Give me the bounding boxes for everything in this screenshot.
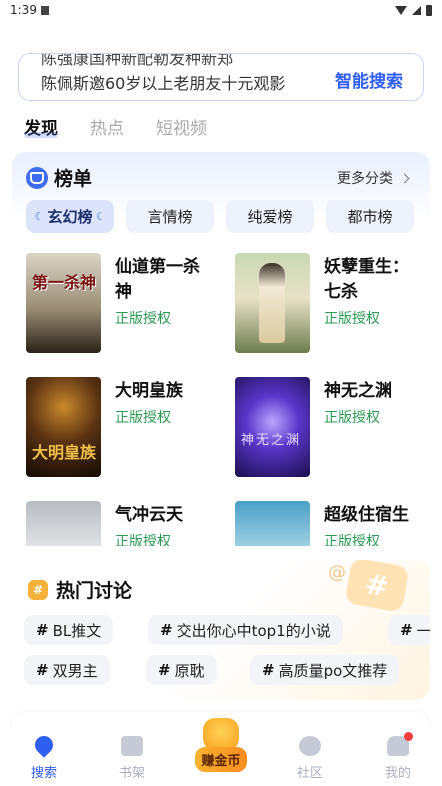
book-title: 气冲云天 <box>115 505 183 525</box>
discussion-title: 热门讨论 <box>56 580 133 602</box>
search-nav-icon <box>31 732 57 758</box>
category-fantasy[interactable]: 玄幻榜 <box>26 200 114 233</box>
notification-dot <box>404 732 413 741</box>
topic-label: 交出你心中top1的小说 <box>176 621 331 640</box>
topic-label: 原耽 <box>174 661 205 680</box>
book-item[interactable]: 气冲云天 正版授权 <box>26 501 226 546</box>
search-hint[interactable]: 陈佩斯邀60岁以上老朋友十元观影 <box>41 70 285 94</box>
book-cover <box>235 253 310 353</box>
chevron-right-icon <box>399 173 410 183</box>
hot-discussion-card: @ # # 热门讨论 # BL推文 # 交出你心中top1的小说 # 一 # 双男主 #… <box>12 560 430 700</box>
ranking-card: 榜单 更多分类 玄幻榜 言情榜 纯爱榜 都市榜 第一杀神 仙道第一杀神 正版授权… <box>12 152 430 546</box>
hashtag-icon: # <box>262 661 275 679</box>
hashtag-icon: # <box>36 661 49 679</box>
book-item[interactable]: 神无之渊 神无之渊 正版授权 <box>235 377 430 477</box>
status-time: 1:39 <box>10 3 37 17</box>
book-cover <box>26 501 101 546</box>
tab-discover[interactable]: 发现 <box>24 114 58 139</box>
hashtag-icon: # <box>36 621 49 639</box>
topic-chip[interactable]: # 高质量po文推荐 <box>250 655 400 685</box>
nav-earn-coins[interactable]: 赚金币 <box>191 718 251 778</box>
battery-icon <box>426 4 432 16</box>
book-cover: 神无之渊 <box>235 377 310 477</box>
ranking-header: 榜单 <box>26 164 92 191</box>
category-label: 玄幻榜 <box>47 208 93 226</box>
community-icon <box>299 736 321 756</box>
book-item[interactable]: 第一杀神 仙道第一杀神 正版授权 <box>26 253 226 353</box>
nav-label: 搜索 <box>30 766 57 781</box>
book-license-tag: 正版授权 <box>324 410 380 426</box>
discussion-header: # 热门讨论 <box>28 576 132 603</box>
book-cover: 第一杀神 <box>26 253 101 353</box>
hashtag-icon: # <box>28 579 48 600</box>
book-cover <box>235 501 310 546</box>
status-bar: 1:39 <box>0 0 442 20</box>
cover-figure <box>259 263 285 343</box>
more-categories-label: 更多分类 <box>337 171 393 187</box>
nav-search[interactable]: 搜索 <box>14 732 74 781</box>
book-title: 超级住宿生 <box>324 505 409 525</box>
bottom-navigation: 搜索 书架 赚金币 社区 我的 <box>0 718 442 786</box>
book-cover: 大明皇族 <box>26 377 101 477</box>
topic-chip[interactable]: # 一 <box>388 615 430 645</box>
nav-mine[interactable]: 我的 <box>368 732 428 781</box>
nav-community[interactable]: 社区 <box>280 736 340 781</box>
category-romance[interactable]: 言情榜 <box>126 200 214 233</box>
book-cover-text: 神无之渊 <box>241 433 302 448</box>
book-item[interactable]: 妖孽重生：七杀 正版授权 <box>235 253 430 353</box>
book-title: 仙道第一杀神 <box>115 257 200 302</box>
book-license-tag: 正版授权 <box>115 311 171 327</box>
category-bl[interactable]: 纯爱榜 <box>226 200 314 233</box>
earn-coins-label: 赚金币 <box>195 747 247 772</box>
tab-hot[interactable]: 热点 <box>90 114 124 139</box>
book-cover-text: 大明皇族 <box>32 443 97 462</box>
topic-label: 高质量po文推荐 <box>278 661 388 680</box>
topic-label: 一 <box>416 621 430 640</box>
book-license-tag: 正版授权 <box>115 534 171 546</box>
wifi-icon <box>395 5 407 15</box>
nav-label: 书架 <box>118 766 145 781</box>
bookshelf-icon <box>121 736 143 756</box>
topic-label: 双男主 <box>52 661 98 680</box>
category-urban[interactable]: 都市榜 <box>326 200 414 233</box>
nav-label: 我的 <box>384 766 411 781</box>
nav-label: 社区 <box>296 766 323 781</box>
search-bar[interactable]: 陈强康国种新配勒发种新郑 陈佩斯邀60岁以上老朋友十元观影 智能搜索 <box>18 53 424 101</box>
search-hint-previous: 陈强康国种新配勒发种新郑 <box>41 53 234 68</box>
book-title: 大明皇族 <box>115 381 183 401</box>
topic-chip[interactable]: # 原耽 <box>146 655 217 685</box>
notification-icon <box>40 5 49 15</box>
ranking-title: 榜单 <box>54 168 93 190</box>
trophy-icon <box>26 166 48 189</box>
topic-label: BL推文 <box>52 621 102 640</box>
signal-icon <box>412 5 421 15</box>
ranking-categories: 玄幻榜 言情榜 纯爱榜 都市榜 <box>26 200 414 233</box>
at-sign-decoration: @ <box>328 562 346 583</box>
top-tabs: 发现 热点 短视频 <box>24 114 239 139</box>
topic-chip[interactable]: # BL推文 <box>24 615 114 645</box>
book-license-tag: 正版授权 <box>324 311 380 327</box>
book-license-tag: 正版授权 <box>324 534 380 546</box>
book-license-tag: 正版授权 <box>115 410 171 426</box>
profile-icon <box>387 732 413 756</box>
hashtag-decoration-icon: # <box>344 560 410 613</box>
category-label: 言情榜 <box>147 208 193 226</box>
hashtag-icon: # <box>160 621 173 639</box>
nav-bookshelf[interactable]: 书架 <box>102 736 162 781</box>
topic-chip[interactable]: # 双男主 <box>24 655 110 685</box>
more-categories-link[interactable]: 更多分类 <box>337 168 410 188</box>
book-item[interactable]: 超级住宿生 正版授权 <box>235 501 430 546</box>
category-label: 都市榜 <box>347 208 393 226</box>
book-cover-text: 第一杀神 <box>32 273 97 292</box>
book-title: 神无之渊 <box>324 381 392 401</box>
topic-chip[interactable]: # 交出你心中top1的小说 <box>148 615 343 645</box>
book-title: 妖孽重生：七杀 <box>324 257 409 302</box>
hashtag-icon: # <box>158 661 171 679</box>
book-item[interactable]: 大明皇族 大明皇族 正版授权 <box>26 377 226 477</box>
category-label: 纯爱榜 <box>247 208 293 226</box>
smart-search-button[interactable]: 智能搜索 <box>335 67 403 92</box>
tab-short-video[interactable]: 短视频 <box>156 114 207 139</box>
hashtag-icon: # <box>400 621 413 639</box>
